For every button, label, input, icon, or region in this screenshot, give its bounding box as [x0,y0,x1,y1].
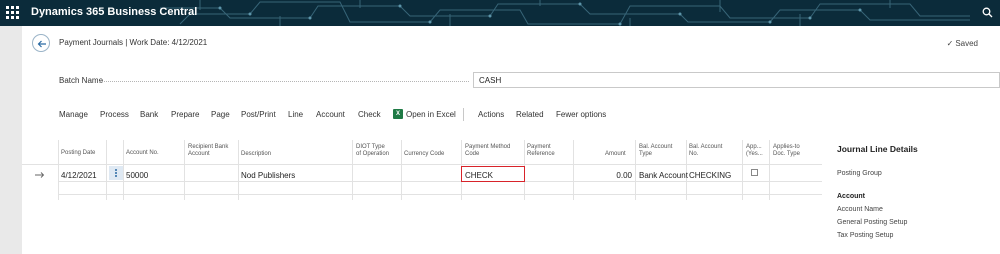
header-bal-no-2[interactable]: No. [689,151,698,158]
details-title: Journal Line Details [837,144,918,154]
back-button[interactable] [32,34,50,52]
header-diot-2[interactable]: of Operation [356,151,389,158]
details-account-name[interactable]: Account Name [837,206,883,213]
row-divider [58,194,822,195]
row-divider [58,181,822,182]
action-process[interactable]: Process [100,110,129,119]
details-posting-group[interactable]: Posting Group [837,170,882,177]
action-separator [463,108,464,121]
header-payment-ref-2[interactable]: Reference [527,151,555,158]
details-tax-posting-setup[interactable]: Tax Posting Setup [837,232,893,239]
action-related[interactable]: Related [516,110,544,119]
page-caption: Payment Journals | Work Date: 4/12/2021 [59,38,208,47]
cell-posting-date[interactable]: 4/12/2021 [61,171,97,180]
col-divider [401,140,402,200]
action-open-in-excel[interactable]: Open in Excel [406,110,456,119]
more-options-icon[interactable] [109,166,123,180]
details-general-posting-setup[interactable]: General Posting Setup [837,219,907,226]
row-arrow-icon [35,172,45,178]
top-bar: Dynamics 365 Business Central [0,0,1000,26]
col-divider [58,140,59,200]
col-divider [238,140,239,200]
action-account[interactable]: Account [316,110,345,119]
action-line[interactable]: Line [288,110,303,119]
action-manage[interactable]: Manage [59,110,88,119]
col-divider [635,140,636,200]
header-applies-yes-2[interactable]: (Yes... [746,151,763,158]
details-account-heading: Account [837,193,865,200]
col-divider [106,140,107,200]
applies-to-checkbox[interactable] [751,169,758,176]
journal-lines-grid: Posting Date Account No. Recipient Bank … [22,134,822,202]
col-divider [123,140,124,200]
col-divider [769,140,770,200]
col-divider [184,140,185,200]
header-underline [22,164,822,165]
header-description[interactable]: Description [241,151,271,158]
header-applies-yes-1[interactable]: App... [746,144,762,151]
checkmark-icon: ✓ [946,39,954,48]
header-diot-1[interactable]: DIOT Type [356,144,385,151]
action-post-print[interactable]: Post/Print [241,110,276,119]
header-currency-code[interactable]: Currency Code [404,151,444,158]
cell-description[interactable]: Nod Publishers [241,171,295,180]
focused-cell-highlight [461,166,525,182]
header-applies-doc-2[interactable]: Doc. Type [773,151,800,158]
cell-account-no[interactable]: 50000 [126,171,148,180]
col-divider [686,140,687,200]
search-icon [982,7,993,18]
col-divider [742,140,743,200]
excel-icon: X [393,109,403,119]
action-bank[interactable]: Bank [140,110,158,119]
batch-name-label: Batch Name [59,76,104,85]
circuit-banner [160,0,970,26]
back-arrow-icon [37,40,46,48]
header-payment-ref-1[interactable]: Payment [527,144,551,151]
header-bal-no-1[interactable]: Bal. Account [689,144,722,151]
header-recipient-bank-2[interactable]: Account [188,151,210,158]
action-check[interactable]: Check [358,110,381,119]
field-leader-dots [99,81,469,82]
action-fewer-options[interactable]: Fewer options [556,110,606,119]
cell-amount[interactable]: 0.00 [582,171,632,180]
header-bal-type-2[interactable]: Type [639,151,652,158]
payment-journal-page: Payment Journals | Work Date: 4/12/2021 … [22,26,1000,254]
saved-label: Saved [955,39,978,48]
cell-bal-account-no[interactable]: CHECKING [689,171,731,180]
action-prepare[interactable]: Prepare [171,110,199,119]
left-gutter [0,26,22,254]
header-amount[interactable]: Amount [605,151,626,158]
search-button[interactable] [974,0,1000,26]
action-actions[interactable]: Actions [478,110,504,119]
batch-name-input[interactable]: CASH [473,72,1000,88]
header-posting-date[interactable]: Posting Date [61,150,95,157]
header-recipient-bank-1[interactable]: Recipient Bank [188,144,228,151]
header-applies-doc-1[interactable]: Applies-to [773,144,800,151]
header-account-no[interactable]: Account No. [126,150,159,157]
col-divider [573,140,574,200]
app-title[interactable]: Dynamics 365 Business Central [31,6,197,18]
col-divider [352,140,353,200]
header-bal-type-1[interactable]: Bal. Account [639,144,672,151]
waffle-icon[interactable] [6,6,20,20]
header-payment-method-1[interactable]: Payment Method [465,144,510,151]
saved-status: ✓ Saved [947,39,978,48]
cell-bal-account-type[interactable]: Bank Account [639,171,688,180]
action-page[interactable]: Page [211,110,230,119]
header-payment-method-2[interactable]: Code [465,151,479,158]
